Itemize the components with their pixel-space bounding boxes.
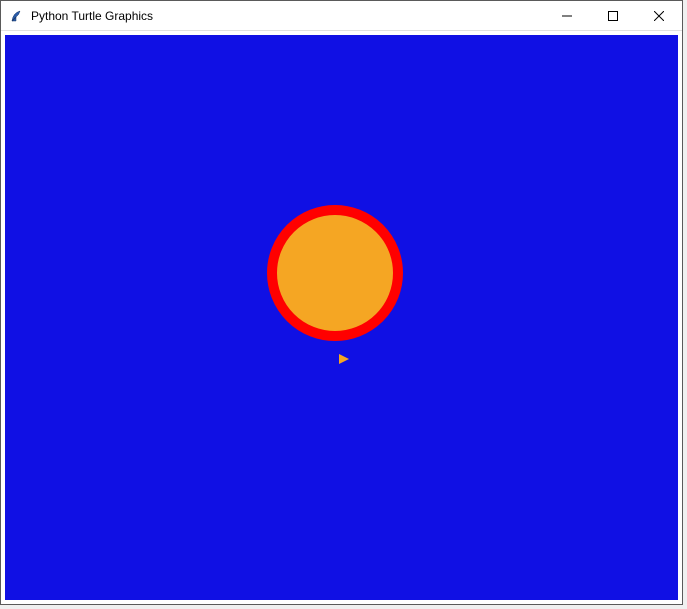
close-button[interactable] xyxy=(636,1,682,30)
feather-icon xyxy=(9,8,25,24)
turtle-cursor-icon xyxy=(339,354,349,364)
canvas-container xyxy=(1,31,682,604)
app-window: Python Turtle Graphics xyxy=(0,0,683,605)
drawn-circle xyxy=(267,205,403,341)
maximize-button[interactable] xyxy=(590,1,636,30)
turtle-canvas xyxy=(5,35,678,600)
window-title: Python Turtle Graphics xyxy=(31,9,544,23)
minimize-button[interactable] xyxy=(544,1,590,30)
titlebar[interactable]: Python Turtle Graphics xyxy=(1,1,682,31)
window-controls xyxy=(544,1,682,30)
vertical-scrollbar[interactable] xyxy=(683,30,687,609)
